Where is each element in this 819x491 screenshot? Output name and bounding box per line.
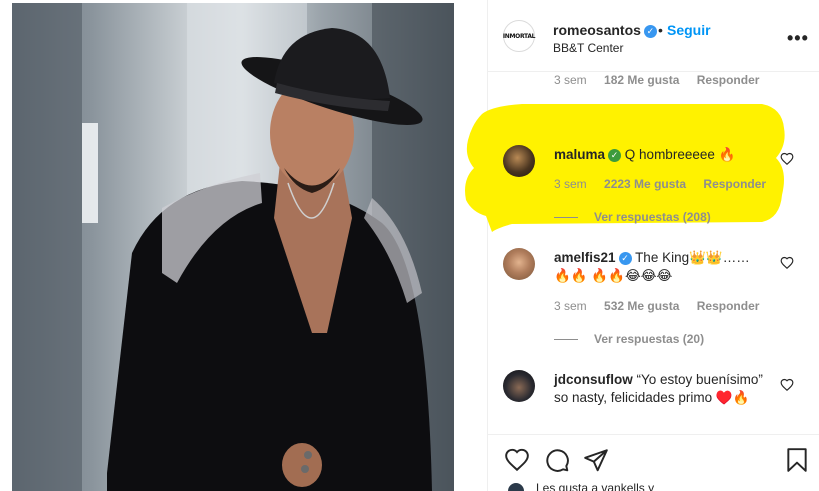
comment-username[interactable]: jdconsuflow (554, 372, 633, 387)
comment-meta: 3 sem 2223 Me gusta Responder (554, 177, 780, 191)
save-bookmark-icon[interactable] (784, 447, 810, 473)
comment-meta: 3 sem 532 Me gusta Responder (554, 299, 773, 313)
share-icon[interactable] (583, 447, 609, 473)
comment-meta: 3 sem 182 Me gusta Responder (554, 73, 773, 87)
reply-button[interactable]: Responder (697, 299, 760, 313)
like-post-icon[interactable] (504, 447, 530, 473)
like-comment-icon[interactable] (780, 256, 794, 270)
like-comment-icon[interactable] (780, 152, 794, 166)
liked-by-text[interactable]: Les gusta a vankells y (536, 481, 654, 491)
comment-likes[interactable]: 532 Me gusta (604, 299, 679, 313)
post-photo-pane (0, 0, 487, 491)
comment-icon[interactable] (544, 447, 570, 473)
profile-username-text[interactable]: romeosantos (553, 22, 641, 38)
comment-time[interactable]: 3 sem (554, 177, 587, 191)
profile-avatar[interactable]: INMORTAL (503, 20, 535, 52)
view-replies-label: Ver respuestas (208) (594, 210, 711, 224)
post-photo[interactable] (12, 3, 454, 491)
replies-divider-line (554, 217, 578, 219)
comment-body: maluma ✓ Q hombreeeee 🔥 (554, 146, 764, 164)
replies-divider-line (554, 113, 578, 115)
separator-dot: • (658, 22, 663, 38)
comment-avatar[interactable] (503, 145, 535, 177)
comment-time[interactable]: 3 sem (554, 73, 587, 87)
profile-username[interactable]: romeosantos ✓ (553, 22, 657, 38)
verified-icon: ✓ (618, 251, 632, 265)
comment-avatar[interactable] (503, 248, 535, 280)
view-replies-button[interactable]: Ver respuestas (208) (554, 210, 711, 224)
like-comment-icon[interactable] (780, 378, 794, 392)
comment-body: amelfis21 ✓ The King👑👑……🔥🔥 🔥🔥😂😂😂 (554, 249, 764, 285)
verified-icon: ✓ (608, 148, 622, 162)
photo-illustration (12, 3, 454, 491)
replies-divider-line (554, 339, 578, 341)
comment-avatar[interactable] (503, 370, 535, 402)
view-replies-button[interactable]: Ver respuestas (11) (554, 106, 703, 120)
reply-button[interactable]: Responder (697, 73, 760, 87)
view-replies-label: Ver respuestas (20) (594, 332, 705, 346)
comment-body: jdconsuflow “Yo estoy buenísimo” so nast… (554, 371, 764, 407)
comment-likes[interactable]: 2223 Me gusta (604, 177, 686, 191)
comment-time[interactable]: 3 sem (554, 299, 587, 313)
comments-pane: INMORTAL romeosantos ✓ • Seguir BB&T Cent… (465, 0, 819, 491)
comment-likes[interactable]: 182 Me gusta (604, 73, 679, 87)
post-location[interactable]: BB&T Center (553, 41, 623, 55)
comment-username[interactable]: maluma (554, 147, 605, 162)
comment-username[interactable]: amelfis21 (554, 250, 616, 265)
comment-text: Q hombreeeee 🔥 (624, 147, 736, 162)
more-options-icon[interactable]: ••• (787, 28, 809, 49)
reply-button[interactable]: Responder (703, 177, 766, 191)
follow-button[interactable]: Seguir (667, 22, 711, 38)
view-replies-button[interactable]: Ver respuestas (20) (554, 332, 704, 346)
verified-icon: ✓ (643, 24, 657, 38)
view-replies-label: Ver respuestas (11) (594, 106, 704, 120)
post-header: INMORTAL romeosantos ✓ • Seguir BB&T Cent… (488, 0, 819, 72)
